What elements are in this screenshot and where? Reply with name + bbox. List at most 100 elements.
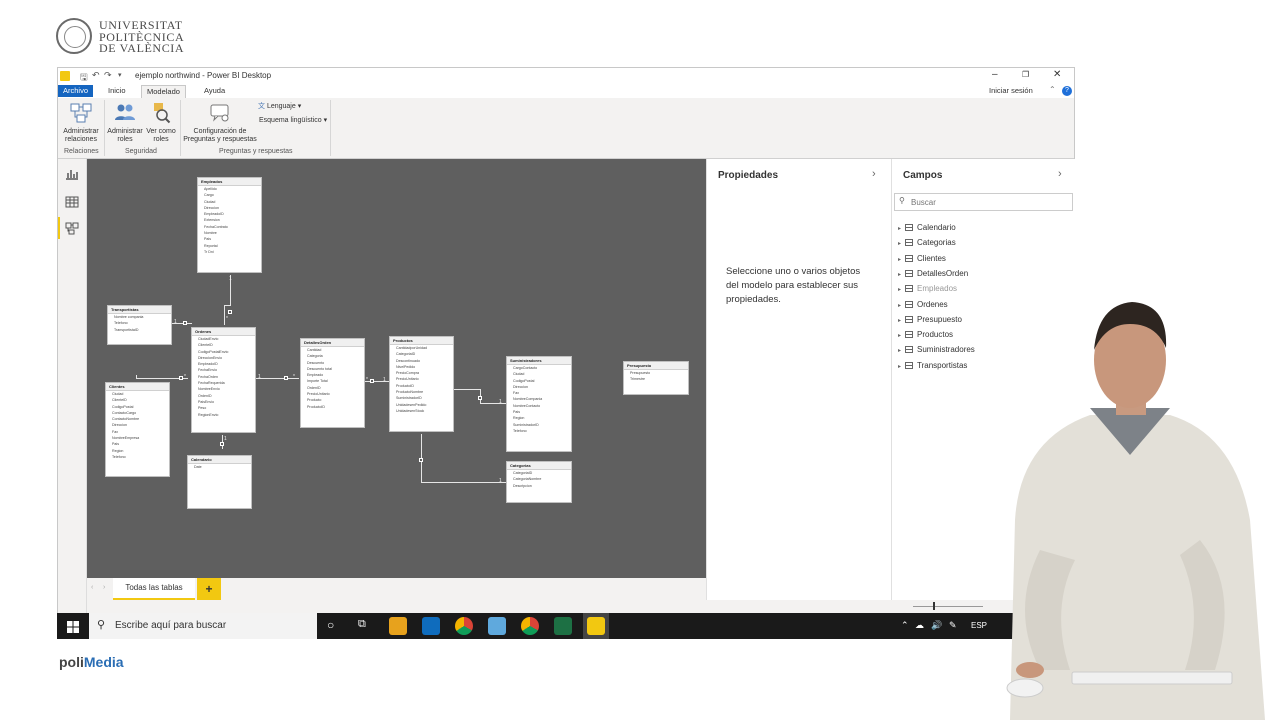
expand-arrow-icon[interactable]: ▸: [898, 314, 904, 328]
table-card-field[interactable]: Trimestre: [624, 376, 688, 382]
tab-all-tables[interactable]: Todas las tablas: [113, 578, 195, 600]
relationship-handle[interactable]: [228, 310, 232, 314]
field-table-item[interactable]: ▸ Clientes: [898, 252, 946, 266]
linguistic-schema-dropdown[interactable]: Esquema lingüístico ▾: [259, 117, 327, 126]
zoom-slider-thumb[interactable]: [933, 602, 935, 610]
relationship-line[interactable]: [224, 305, 225, 325]
table-card-categorias[interactable]: Categorias CategoriaID CategoriaNombre Desc…: [506, 461, 572, 503]
table-card-field[interactable]: UnidadesenStock: [390, 408, 453, 414]
field-table-item[interactable]: ▸ Empleados: [898, 282, 957, 296]
table-card-field[interactable]: TransportistaID: [108, 327, 171, 333]
collapse-ribbon-icon[interactable]: ⌃: [1049, 85, 1056, 94]
powerbi-taskbar-icon[interactable]: [587, 617, 605, 635]
task-view-icon[interactable]: ⧉: [358, 618, 366, 631]
outlook-icon[interactable]: [422, 617, 440, 635]
tray-chevron-icon[interactable]: ⌃: [901, 620, 909, 631]
scroll-left-icon[interactable]: ‹: [91, 584, 93, 591]
expand-arrow-icon[interactable]: ▸: [898, 360, 904, 374]
quick-access-dropdown-icon[interactable]: ▾: [118, 71, 122, 79]
minimize-button[interactable]: –: [992, 69, 998, 80]
table-card-transportistas[interactable]: Transportistas Nombre compania Telefono Tra…: [107, 305, 172, 345]
table-card-clientes[interactable]: Clientes Ciudad ClienteID CodigoPostal Conta…: [105, 382, 170, 477]
relationship-line[interactable]: [480, 403, 506, 404]
scroll-right-icon[interactable]: ›: [103, 584, 105, 591]
table-card-field[interactable]: Telefono: [106, 454, 169, 460]
field-table-item[interactable]: ▸ Transportistas: [898, 359, 967, 373]
notes-app-icon[interactable]: [488, 617, 506, 635]
tab-inicio[interactable]: Inicio: [103, 85, 131, 97]
language-dropdown[interactable]: 文 Lenguaje ▾: [258, 103, 301, 112]
fields-search-box[interactable]: ⚲: [894, 193, 1073, 211]
chrome-profile-icon[interactable]: [521, 617, 539, 635]
tab-archivo[interactable]: Archivo: [58, 85, 94, 97]
table-card-field[interactable]: ProductoID: [301, 404, 364, 410]
expand-arrow-icon[interactable]: ▸: [898, 222, 904, 236]
manage-relations-button[interactable]: Administrar relaciones: [60, 102, 102, 145]
table-card-calendario[interactable]: Calendario Date: [187, 455, 252, 509]
cortana-icon[interactable]: ○: [327, 618, 334, 632]
view-as-roles-button[interactable]: Ver como roles: [144, 102, 178, 145]
table-card-field[interactable]: Descripcion: [507, 483, 571, 489]
volume-icon[interactable]: 🔊: [931, 620, 942, 631]
table-card-empleados[interactable]: Empleados Apellido Cargo Ciudad Direccion Emp…: [197, 177, 262, 273]
taskbar-search-box[interactable]: ⚲ Escribe aquí para buscar: [89, 613, 317, 639]
field-table-item[interactable]: ▸ Productos: [898, 328, 953, 342]
relationship-line[interactable]: [452, 389, 480, 390]
table-card-field[interactable]: Telefono: [507, 428, 571, 434]
model-canvas[interactable]: 1 * 1 * 1 * * 1 1 1 1 Empleados Apellido C…: [87, 159, 706, 578]
table-card-detallesorden[interactable]: DetallesOrden Cantidad Categoria Descuento D…: [300, 338, 365, 428]
expand-fields-icon[interactable]: ›: [1058, 168, 1062, 180]
expand-arrow-icon[interactable]: ▸: [898, 268, 904, 282]
field-table-item[interactable]: ▸ Ordenes: [898, 298, 948, 312]
close-button[interactable]: ✕: [1053, 69, 1061, 80]
qa-config-button[interactable]: Configuración de Preguntas y respuestas: [183, 102, 257, 145]
expand-arrow-icon[interactable]: ▸: [898, 299, 904, 313]
relationship-handle[interactable]: [284, 376, 288, 380]
pen-icon[interactable]: ✎: [949, 620, 957, 631]
field-table-item[interactable]: ▸ DetallesOrden: [898, 267, 968, 281]
expand-properties-icon[interactable]: ›: [872, 168, 876, 180]
expand-arrow-icon[interactable]: ▸: [898, 283, 904, 297]
chrome-icon[interactable]: [455, 617, 473, 635]
tab-modelado[interactable]: Modelado: [141, 85, 186, 98]
table-card-field[interactable]: Tr Dni: [198, 249, 261, 255]
network-icon[interactable]: ☁: [915, 620, 924, 631]
undo-icon[interactable]: ↶: [92, 70, 100, 81]
relationship-handle[interactable]: [220, 442, 224, 446]
relationship-handle[interactable]: [419, 458, 423, 462]
add-layout-button[interactable]: +: [197, 578, 221, 600]
table-card-ordenes[interactable]: Ordenes CiudadEnvio ClienteID CodigoPostalE…: [191, 327, 256, 433]
excel-icon[interactable]: [554, 617, 572, 635]
table-card-productos[interactable]: Productos CantidadporUnidad CategoriaID Des…: [389, 336, 454, 432]
windows-start-icon[interactable]: [67, 620, 79, 638]
relationship-handle[interactable]: [183, 321, 187, 325]
model-view-button[interactable]: [65, 222, 79, 240]
data-view-button[interactable]: [65, 195, 79, 213]
field-table-item[interactable]: ▸ Presupuesto: [898, 313, 962, 327]
relationship-handle[interactable]: [478, 396, 482, 400]
file-explorer-icon[interactable]: [389, 617, 407, 635]
expand-arrow-icon[interactable]: ▸: [898, 237, 904, 251]
expand-arrow-icon[interactable]: ▸: [898, 344, 904, 358]
field-table-item[interactable]: ▸ Suministradores: [898, 343, 975, 357]
relationship-line[interactable]: [224, 305, 231, 306]
expand-arrow-icon[interactable]: ▸: [898, 253, 904, 267]
relationship-handle[interactable]: [179, 376, 183, 380]
fields-search-input[interactable]: [911, 196, 1061, 208]
help-icon[interactable]: ?: [1062, 86, 1072, 96]
field-table-item[interactable]: ▸ Categorias: [898, 236, 956, 250]
relationship-handle[interactable]: [370, 379, 374, 383]
field-table-item[interactable]: ▸ Calendario: [898, 221, 956, 235]
manage-roles-button[interactable]: Administrar roles: [106, 102, 144, 145]
zoom-slider[interactable]: [913, 606, 983, 607]
table-card-field[interactable]: Date: [188, 464, 251, 470]
table-card-suministradores[interactable]: Suministradores CargoContacto Ciudad Codigo…: [506, 356, 572, 452]
relationship-line[interactable]: [421, 482, 506, 483]
relationship-line[interactable]: [136, 375, 137, 379]
table-card-presupuesto[interactable]: Presupuesto Presupuesto Trimestre: [623, 361, 689, 395]
report-view-button[interactable]: [65, 167, 79, 185]
table-card-field[interactable]: RegionEnvio: [192, 412, 255, 418]
tab-ayuda[interactable]: Ayuda: [199, 85, 230, 97]
redo-icon[interactable]: ↷: [104, 70, 112, 81]
restore-button[interactable]: ❐: [1022, 70, 1029, 79]
